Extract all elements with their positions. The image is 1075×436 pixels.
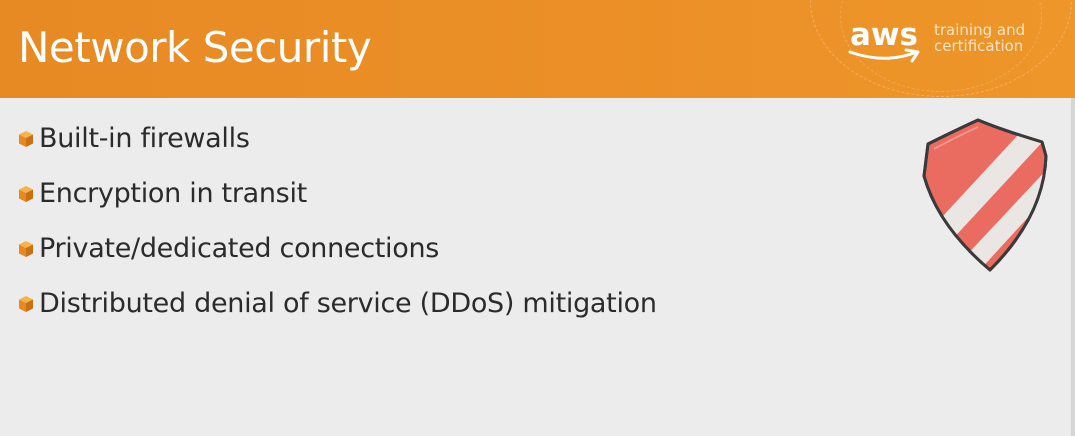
- bullet-label: Built-in firewalls: [39, 123, 250, 154]
- logo-tagline-line1: training and: [934, 21, 1026, 39]
- aws-training-logo: aws training and certification: [846, 18, 1046, 68]
- bullet-item: Private/dedicated connections: [18, 228, 878, 283]
- logo-wordmark: aws: [850, 17, 919, 53]
- bullet-list: Built-in firewalls Encryption in transit…: [18, 118, 878, 338]
- bullet-item: Encryption in transit: [18, 173, 878, 228]
- aws-smile-arrow-icon: [848, 48, 920, 63]
- bullet-label: Encryption in transit: [39, 178, 307, 209]
- slide: Network Security aws training and certif…: [0, 0, 1075, 436]
- slide-content: Built-in firewalls Encryption in transit…: [18, 118, 878, 338]
- cube-bullet-icon: [19, 131, 33, 147]
- logo-tagline-line2: certification: [934, 37, 1024, 55]
- bullet-label: Private/dedicated connections: [39, 233, 440, 264]
- cube-bullet-icon: [19, 296, 33, 312]
- logo-tagline: training and certification: [934, 22, 1025, 54]
- bullet-label: Distributed denial of service (DDoS) mit…: [39, 288, 657, 319]
- cube-bullet-icon: [19, 241, 33, 257]
- slide-header: Network Security aws training and certif…: [0, 0, 1075, 98]
- cube-bullet-icon: [19, 186, 33, 202]
- striped-shield-icon: [922, 118, 1048, 272]
- slide-edge: [1071, 98, 1075, 436]
- bullet-item: Built-in firewalls: [18, 118, 878, 173]
- bullet-item: Distributed denial of service (DDoS) mit…: [18, 283, 878, 338]
- slide-title: Network Security: [18, 23, 372, 72]
